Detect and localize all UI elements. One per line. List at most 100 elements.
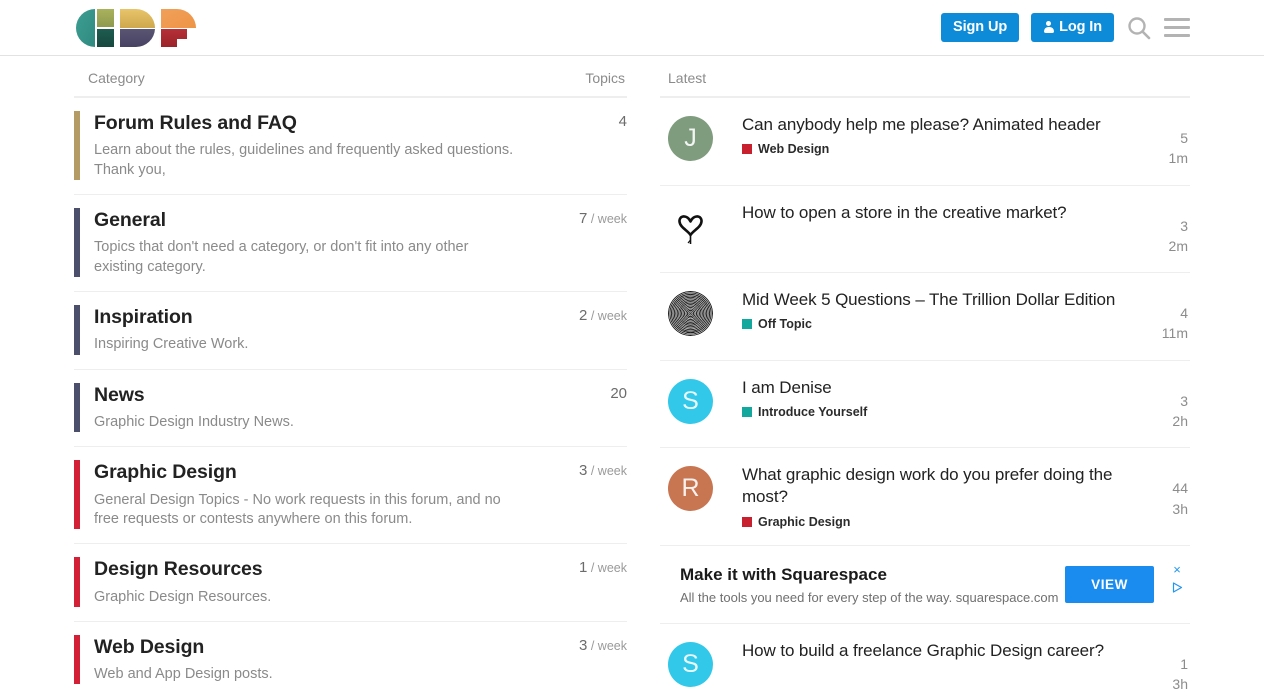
- avatar[interactable]: R: [668, 466, 713, 511]
- category-row[interactable]: Forum Rules and FAQ Learn about the rules…: [74, 98, 627, 195]
- topic-meta: 51m: [1132, 114, 1190, 169]
- topic-category-label: Introduce Yourself: [758, 405, 867, 419]
- topic-title[interactable]: How to build a freelance Graphic Design …: [742, 640, 1118, 662]
- sign-up-button[interactable]: Sign Up: [941, 13, 1019, 43]
- ad-text: Make it with SquarespaceAll the tools yo…: [680, 564, 1065, 605]
- ad-description: All the tools you need for every step of…: [680, 590, 1065, 605]
- menu-button[interactable]: [1164, 18, 1190, 37]
- category-color-swatch-icon: [742, 517, 752, 527]
- topic-row[interactable]: How to open a store in the creative mark…: [660, 186, 1190, 274]
- topic-reply-count: 4: [1132, 303, 1188, 323]
- header-actions: Sign Up Log In: [941, 13, 1190, 43]
- topic-row[interactable]: S How to build a freelance Graphic Design…: [660, 624, 1190, 697]
- category-count-period: / week: [587, 309, 627, 323]
- topic-row[interactable]: J Can anybody help me please? Animated he…: [660, 98, 1190, 186]
- latest-column-label: Latest: [668, 70, 706, 86]
- topic-main: How to build a freelance Graphic Design …: [713, 640, 1132, 662]
- topic-title[interactable]: Mid Week 5 Questions – The Trillion Doll…: [742, 289, 1118, 311]
- category-topic-count: 3 / week: [535, 460, 627, 529]
- site-logo[interactable]: [74, 6, 198, 50]
- category-row[interactable]: Design ResourcesGraphic Design Resources…: [74, 544, 627, 622]
- site-header: Sign Up Log In: [0, 0, 1264, 56]
- category-topic-count: 2 / week: [535, 305, 627, 355]
- log-in-button[interactable]: Log In: [1031, 13, 1114, 43]
- avatar[interactable]: S: [668, 379, 713, 424]
- main-content: Category Topics Forum Rules and FAQLearn…: [0, 56, 1264, 697]
- topic-title[interactable]: What graphic design work do you prefer d…: [742, 464, 1118, 508]
- category-description: Web and App Design posts.: [94, 665, 514, 684]
- avatar-concentric-rings-icon[interactable]: [668, 291, 713, 336]
- category-main: News Graphic Design Industry News.: [80, 383, 535, 433]
- topic-main: I am Denise Introduce Yourself: [713, 377, 1132, 419]
- topic-row[interactable]: R What graphic design work do you prefer …: [660, 448, 1190, 545]
- user-icon: [1043, 21, 1054, 33]
- topic-category-badge[interactable]: Graphic Design: [742, 515, 1118, 529]
- search-button[interactable]: [1126, 15, 1152, 41]
- topic-row[interactable]: Mid Week 5 Questions – The Trillion Doll…: [660, 273, 1190, 361]
- category-row[interactable]: Graphic Design General Design Topics - No…: [74, 447, 627, 544]
- category-topic-count: 1 / week: [535, 557, 627, 607]
- ad-close-icon[interactable]: ×: [1173, 563, 1181, 576]
- category-topic-count: 4: [535, 111, 627, 180]
- category-description: General Design Topics - No work requests…: [94, 491, 514, 530]
- category-column-label: Category: [88, 70, 145, 86]
- avatar[interactable]: S: [668, 642, 713, 687]
- topic-list: J Can anybody help me please? Animated he…: [660, 96, 1190, 697]
- topic-row[interactable]: S I am Denise Introduce Yourself 32h: [660, 361, 1190, 449]
- column-gap: [627, 56, 660, 697]
- topic-meta: 32h: [1132, 377, 1190, 432]
- category-main: GeneralTopics that don't need a category…: [80, 208, 535, 277]
- category-count-period: / week: [587, 639, 627, 653]
- avatar[interactable]: J: [668, 116, 713, 161]
- category-count-value: 20: [610, 385, 627, 402]
- topic-activity-age: 3h: [1132, 499, 1188, 519]
- topic-category-label: Off Topic: [758, 317, 812, 331]
- topic-category-badge[interactable]: Introduce Yourself: [742, 405, 1118, 419]
- topic-main: What graphic design work do you prefer d…: [713, 464, 1132, 528]
- category-list: Forum Rules and FAQ Learn about the rules…: [74, 96, 627, 697]
- category-description: Learn about the rules, guidelines and fr…: [94, 141, 514, 180]
- category-row[interactable]: InspirationInspiring Creative Work.2 / w…: [74, 292, 627, 370]
- topic-meta: 443h: [1132, 464, 1190, 519]
- topic-category-badge[interactable]: Off Topic: [742, 317, 1118, 331]
- category-main: Web Design Web and App Design posts.: [80, 635, 535, 685]
- topic-meta: 13h: [1132, 640, 1190, 695]
- category-title[interactable]: General: [94, 208, 525, 232]
- topic-category-label: Web Design: [758, 142, 829, 156]
- avatar-heart-balloon-icon[interactable]: [668, 204, 713, 249]
- latest-table-header: Latest: [660, 56, 1190, 96]
- ad-view-button[interactable]: VIEW: [1065, 566, 1154, 603]
- topic-title[interactable]: I am Denise: [742, 377, 1118, 399]
- log-in-label: Log In: [1059, 20, 1102, 35]
- category-color-swatch-icon: [742, 144, 752, 154]
- category-title[interactable]: Design Resources: [94, 557, 525, 581]
- topic-main: How to open a store in the creative mark…: [713, 202, 1132, 224]
- category-row[interactable]: GeneralTopics that don't need a category…: [74, 195, 627, 292]
- topic-category-badge[interactable]: Web Design: [742, 142, 1118, 156]
- topic-title[interactable]: Can anybody help me please? Animated hea…: [742, 114, 1118, 136]
- category-title[interactable]: Inspiration: [94, 305, 525, 329]
- category-main: Graphic Design General Design Topics - No…: [80, 460, 535, 529]
- category-main: Forum Rules and FAQ Learn about the rules…: [80, 111, 535, 180]
- topic-title[interactable]: How to open a store in the creative mark…: [742, 202, 1118, 224]
- advertisement[interactable]: Make it with SquarespaceAll the tools yo…: [660, 546, 1190, 624]
- category-row[interactable]: Web DesignWeb and App Design posts.3 / w…: [74, 622, 627, 697]
- category-count-period: / week: [587, 561, 627, 575]
- category-title[interactable]: Graphic Design: [94, 460, 525, 484]
- latest-column: Latest J Can anybody help me please? Anim…: [660, 56, 1190, 697]
- category-row[interactable]: News Graphic Design Industry News. 20: [74, 370, 627, 448]
- category-main: InspirationInspiring Creative Work.: [80, 305, 535, 355]
- adchoices-icon[interactable]: [1172, 580, 1183, 591]
- category-main: Design ResourcesGraphic Design Resources…: [80, 557, 535, 607]
- category-title[interactable]: Forum Rules and FAQ: [94, 111, 525, 135]
- topic-reply-count: 3: [1132, 391, 1188, 411]
- category-count-period: / week: [587, 464, 627, 478]
- forum-page: Sign Up Log In Category: [0, 0, 1264, 697]
- category-description: Graphic Design Industry News.: [94, 413, 514, 432]
- topic-meta: 32m: [1132, 202, 1190, 257]
- category-title[interactable]: Web Design: [94, 635, 525, 659]
- topic-main: Can anybody help me please? Animated hea…: [713, 114, 1132, 156]
- category-title[interactable]: News: [94, 383, 525, 407]
- hamburger-menu-icon: [1164, 18, 1190, 37]
- categories-column: Category Topics Forum Rules and FAQLearn…: [74, 56, 627, 697]
